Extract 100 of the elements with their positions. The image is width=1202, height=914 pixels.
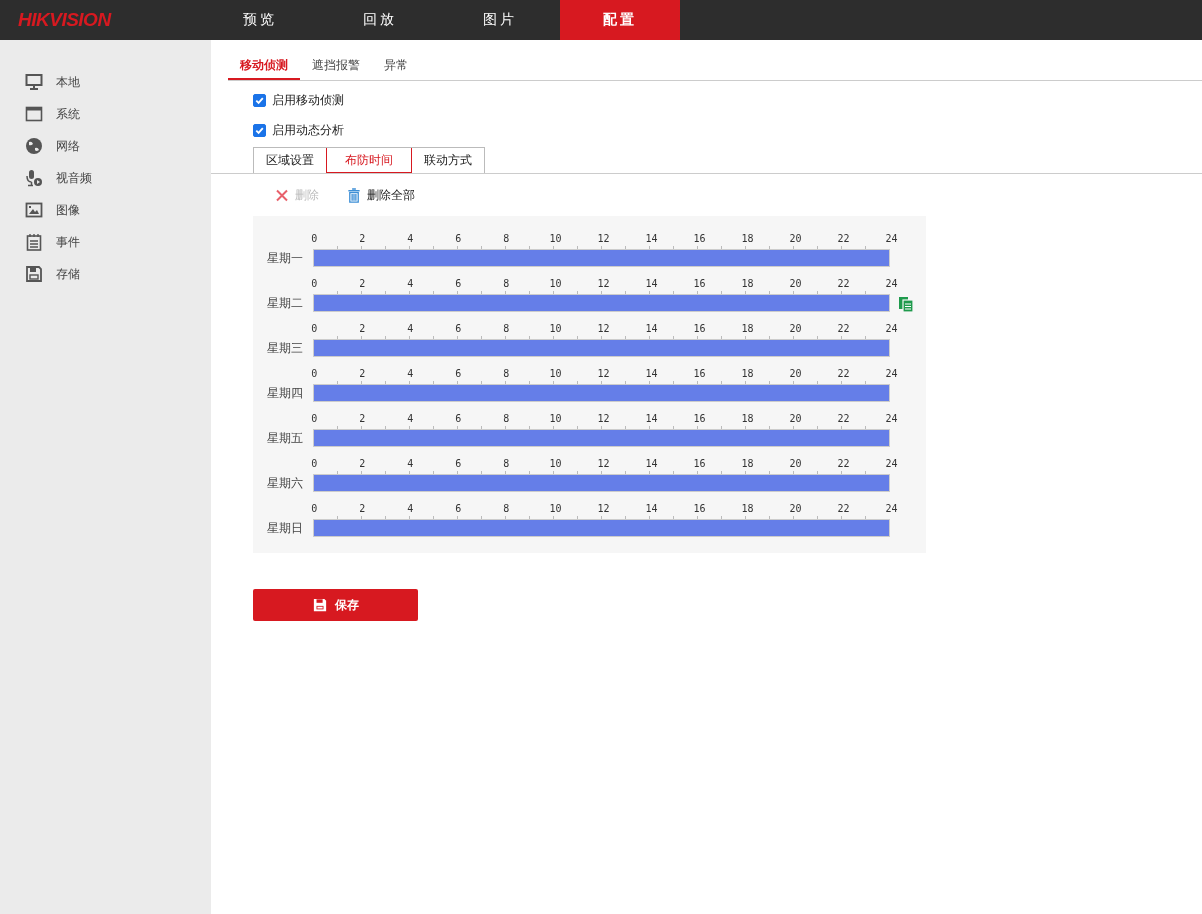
hour-label: 4: [407, 323, 414, 334]
hour-label: 12: [597, 503, 610, 514]
hour-label: 22: [837, 278, 850, 289]
notepad-icon: [25, 233, 43, 251]
armed-period-bar[interactable]: [314, 385, 889, 401]
hour-label: 6: [455, 278, 462, 289]
hour-label: 18: [741, 413, 754, 424]
sidebar-item[interactable]: 网络: [56, 137, 80, 155]
hour-label: 18: [741, 368, 754, 379]
hour-label: 10: [549, 233, 562, 244]
armed-period-bar[interactable]: [314, 430, 889, 446]
hour-label: 16: [693, 323, 706, 334]
hour-label: 10: [549, 368, 562, 379]
hour-label: 24: [885, 323, 898, 334]
copy-icon[interactable]: [898, 296, 914, 312]
hour-label: 6: [455, 458, 462, 469]
hour-label: 20: [789, 413, 802, 424]
armed-period-bar[interactable]: [314, 340, 889, 356]
hour-label: 14: [645, 413, 658, 424]
hour-label: 16: [693, 233, 706, 244]
sidebar-item[interactable]: 系统: [56, 105, 80, 123]
hour-label: 4: [407, 458, 414, 469]
hour-label: 24: [885, 233, 898, 244]
hour-label: 8: [503, 278, 510, 289]
hour-label: 24: [885, 503, 898, 514]
hour-label: 2: [359, 458, 366, 469]
hour-label: 20: [789, 368, 802, 379]
hour-label: 18: [741, 278, 754, 289]
hour-label: 20: [789, 323, 802, 334]
hour-label: 2: [359, 413, 366, 424]
armed-period-bar[interactable]: [314, 295, 889, 311]
sidebar-item[interactable]: 存储: [56, 265, 80, 283]
hour-label: 8: [503, 368, 510, 379]
hour-label: 10: [549, 458, 562, 469]
hour-label: 20: [789, 458, 802, 469]
close-icon: [275, 187, 289, 203]
hour-label: 0: [311, 503, 318, 514]
day-label: 星期三: [266, 340, 304, 357]
hour-label: 22: [837, 323, 850, 334]
armed-period-bar[interactable]: [314, 475, 889, 491]
hour-label: 24: [885, 368, 898, 379]
hour-label: 16: [693, 368, 706, 379]
tab[interactable]: 遮挡报警: [300, 52, 372, 80]
day-label: 星期五: [266, 430, 304, 447]
save-button[interactable]: 保存: [253, 589, 418, 621]
hour-label: 12: [597, 323, 610, 334]
step-tab[interactable]: 布防时间: [326, 148, 412, 173]
sidebar-item[interactable]: 事件: [56, 233, 80, 251]
hour-label: 0: [311, 368, 318, 379]
logo: HIKVISION: [17, 9, 113, 31]
sidebar-item[interactable]: 图像: [56, 201, 80, 219]
hour-label: 20: [789, 278, 802, 289]
step-tab[interactable]: 区域设置: [254, 148, 326, 173]
hour-label: 0: [311, 233, 318, 244]
hour-label: 22: [837, 458, 850, 469]
sidebar-item[interactable]: 本地: [56, 73, 80, 91]
hour-label: 8: [503, 503, 510, 514]
hour-label: 24: [885, 413, 898, 424]
tab[interactable]: 异常: [372, 52, 420, 80]
hour-label: 18: [741, 233, 754, 244]
nav-tab[interactable]: 配置: [560, 0, 680, 40]
hour-label: 18: [741, 503, 754, 514]
sidebar-item[interactable]: 视音频: [56, 169, 92, 187]
hour-label: 14: [645, 458, 658, 469]
armed-period-bar[interactable]: [314, 250, 889, 266]
checkbox-label: 启用移动侦测: [272, 91, 344, 109]
hour-label: 2: [359, 368, 366, 379]
hour-label: 12: [597, 413, 610, 424]
day-label: 星期一: [266, 250, 304, 267]
hour-label: 4: [407, 278, 414, 289]
hour-label: 2: [359, 278, 366, 289]
hour-label: 2: [359, 323, 366, 334]
hour-label: 12: [597, 233, 610, 244]
hour-label: 14: [645, 368, 658, 379]
hour-label: 14: [645, 233, 658, 244]
day-label: 星期日: [266, 520, 304, 537]
armed-period-bar[interactable]: [314, 520, 889, 536]
hour-label: 8: [503, 413, 510, 424]
nav-tab[interactable]: 图片: [440, 0, 560, 40]
nav-tab[interactable]: 预览: [200, 0, 320, 40]
action-link[interactable]: 删除全部: [367, 186, 415, 204]
hour-label: 4: [407, 503, 414, 514]
hour-label: 24: [885, 458, 898, 469]
hour-label: 2: [359, 503, 366, 514]
step-tab[interactable]: 联动方式: [412, 148, 484, 173]
checkbox[interactable]: [253, 123, 266, 137]
hour-label: 10: [549, 413, 562, 424]
microphone-icon: [25, 169, 43, 187]
nav-tab[interactable]: 回放: [320, 0, 440, 40]
hour-label: 6: [455, 503, 462, 514]
hour-label: 18: [741, 323, 754, 334]
hour-label: 4: [407, 368, 414, 379]
hour-label: 20: [789, 503, 802, 514]
checkbox-label: 启用动态分析: [272, 121, 344, 139]
hour-label: 22: [837, 413, 850, 424]
hour-label: 10: [549, 323, 562, 334]
window-icon: [25, 105, 43, 123]
checkbox[interactable]: [253, 93, 266, 107]
tab[interactable]: 移动侦测: [228, 52, 300, 80]
hour-label: 20: [789, 233, 802, 244]
